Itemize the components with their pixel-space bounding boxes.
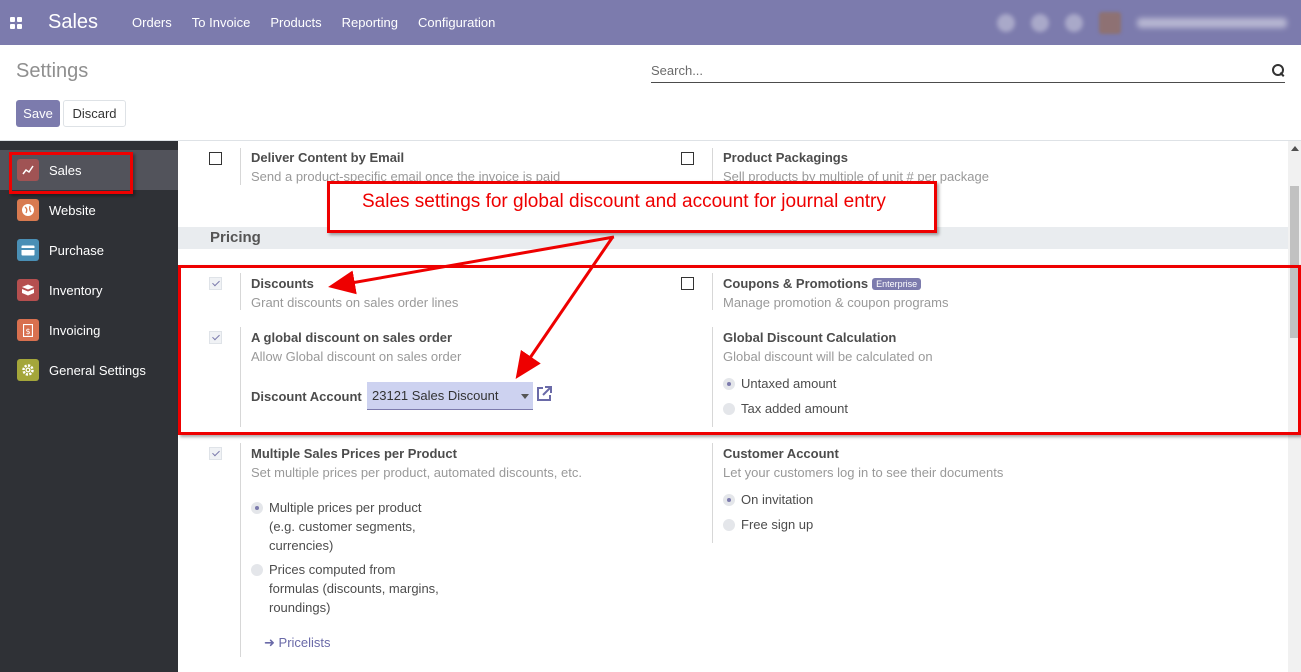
menu-to-invoice[interactable]: To Invoice xyxy=(192,15,251,30)
radio-label: Free sign up xyxy=(741,517,814,532)
annotation-box-pricing xyxy=(178,265,1301,435)
menu-configuration[interactable]: Configuration xyxy=(418,15,495,30)
svg-text:$: $ xyxy=(25,327,30,336)
divider xyxy=(712,443,713,543)
save-button[interactable]: Save xyxy=(16,100,60,127)
setting-description: Let your customers log in to see their d… xyxy=(723,465,1004,480)
scroll-up-icon[interactable] xyxy=(1291,146,1299,151)
search-bar xyxy=(651,59,1285,83)
discard-button[interactable]: Discard xyxy=(63,100,126,127)
sidebar-item-label: Invoicing xyxy=(49,322,101,338)
sidebar-item-label: General Settings xyxy=(49,362,146,378)
sidebar-item-inventory[interactable]: Inventory xyxy=(0,270,178,310)
radio-free-signup[interactable] xyxy=(723,519,735,531)
sidebar-item-label: Website xyxy=(49,202,96,218)
arrow-right-icon: ➜ xyxy=(264,635,275,650)
app-title: Sales xyxy=(48,11,99,33)
radio-label: Multiple prices per product xyxy=(269,500,422,515)
sidebar-item-website[interactable]: Website xyxy=(0,190,178,230)
box-icon xyxy=(17,279,39,301)
setting-title: Deliver Content by Email xyxy=(251,150,405,165)
radio-formulas[interactable] xyxy=(251,564,263,576)
annotation-box-sales xyxy=(9,152,133,194)
deliver-email-checkbox[interactable] xyxy=(209,152,222,165)
top-navbar: Sales Orders To Invoice Products Reporti… xyxy=(0,0,1301,45)
radio-label: On invitation xyxy=(741,492,814,507)
annotation-text: Sales settings for global discount and a… xyxy=(362,191,886,212)
sidebar-item-general-settings[interactable]: General Settings xyxy=(0,350,178,390)
setting-title: Multiple Sales Prices per Product xyxy=(251,446,457,461)
user-avatar[interactable] xyxy=(1099,11,1121,34)
radio-multiple-prices[interactable] xyxy=(251,502,263,514)
apps-menu-icon[interactable] xyxy=(0,0,32,45)
control-panel: Settings Save Discard xyxy=(0,45,1301,141)
chat-icon[interactable] xyxy=(997,13,1015,32)
section-title-pricing: Pricing xyxy=(210,229,261,246)
company-switch-icon[interactable] xyxy=(1065,13,1083,32)
product-packagings-checkbox[interactable] xyxy=(681,152,694,165)
divider xyxy=(712,148,713,185)
page-title: Settings xyxy=(16,60,89,82)
user-menu-blurred[interactable] xyxy=(1137,17,1287,28)
setting-description: Set multiple prices per product, automat… xyxy=(251,465,582,480)
pricelists-label: Pricelists xyxy=(278,635,331,650)
setting-title: Product Packagings xyxy=(723,150,848,165)
activity-icon[interactable] xyxy=(1031,13,1049,32)
sidebar-item-invoicing[interactable]: $ Invoicing xyxy=(0,310,178,350)
credit-card-icon xyxy=(17,239,39,261)
menu-reporting[interactable]: Reporting xyxy=(342,15,398,30)
search-icon[interactable] xyxy=(1272,64,1285,77)
sidebar-item-label: Purchase xyxy=(49,242,104,258)
multi-prices-checkbox[interactable] xyxy=(209,447,222,460)
invoice-icon: $ xyxy=(17,319,39,341)
sidebar-item-purchase[interactable]: Purchase xyxy=(0,230,178,270)
settings-sidebar: Sales Website Purchase Inventory $ Invoi… xyxy=(0,141,178,672)
sidebar-item-label: Inventory xyxy=(49,282,103,298)
radio-label: Prices computed from xyxy=(269,562,396,577)
pricelists-link[interactable]: ➜ Pricelists xyxy=(264,635,331,651)
annotation-callout: Sales settings for global discount and a… xyxy=(327,181,937,233)
search-input[interactable] xyxy=(651,63,1231,78)
globe-icon xyxy=(17,199,39,221)
radio-label: roundings) xyxy=(269,600,331,615)
menu-products[interactable]: Products xyxy=(270,15,321,30)
radio-on-invitation[interactable] xyxy=(723,494,735,506)
radio-label: formulas (discounts, margins, xyxy=(269,581,439,596)
gear-icon xyxy=(17,359,39,381)
divider xyxy=(240,148,241,185)
radio-label: (e.g. customer segments, xyxy=(269,519,416,534)
radio-label: currencies) xyxy=(269,538,334,553)
divider xyxy=(240,443,241,657)
setting-title: Customer Account xyxy=(723,446,839,461)
menu-orders[interactable]: Orders xyxy=(132,15,172,30)
